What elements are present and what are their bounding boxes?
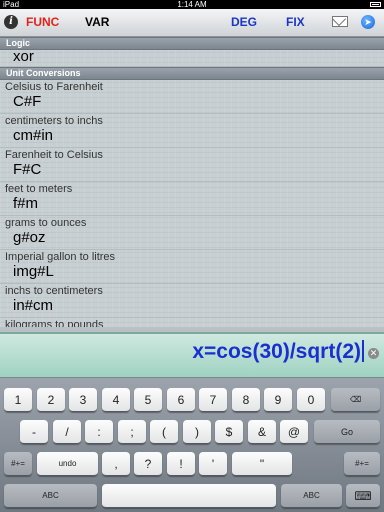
key-8[interactable]: 8 (232, 388, 260, 412)
key-exclamation[interactable]: ! (167, 452, 195, 476)
key-slash[interactable]: / (53, 420, 81, 444)
item-description: feet to meters (5, 183, 73, 195)
item-description: grams to ounces (5, 217, 87, 229)
key-apostrophe[interactable]: ' (199, 452, 227, 476)
item-description: kilograms to pounds (5, 319, 104, 327)
abc-key-left[interactable]: ABC (4, 484, 97, 508)
command-text: C#F (13, 93, 42, 110)
forward-arrow-icon[interactable]: ➤ (361, 15, 375, 29)
key-quote[interactable]: " (232, 452, 292, 476)
function-list[interactable]: Logic xor Unit Conversions Celsius to Fa… (0, 37, 384, 327)
command-text: xor (13, 48, 34, 65)
key-comma[interactable]: , (102, 452, 130, 476)
key-colon[interactable]: : (85, 420, 113, 444)
key-3[interactable]: 3 (69, 388, 97, 412)
item-description: inchs to centimeters (5, 285, 103, 297)
item-description: Imperial gallon to litres (5, 251, 116, 263)
key-7[interactable]: 7 (199, 388, 227, 412)
expression-input[interactable]: x=cos(30)/sqrt(2) (192, 340, 364, 364)
abc-key-right[interactable]: ABC (281, 484, 342, 508)
text-cursor (362, 340, 364, 362)
list-item[interactable]: centimeters to inchs cm#in (0, 114, 384, 148)
key-minus[interactable]: - (20, 420, 48, 444)
list-item[interactable]: xor (0, 48, 384, 67)
status-time: 1:14 AM (177, 0, 207, 9)
key-ampersand[interactable]: & (248, 420, 276, 444)
key-4[interactable]: 4 (102, 388, 130, 412)
key-close-paren[interactable]: ) (183, 420, 211, 444)
key-open-paren[interactable]: ( (150, 420, 178, 444)
command-text: F#C (13, 161, 42, 178)
key-0[interactable]: 0 (297, 388, 325, 412)
list-item[interactable]: Celsius to Farenheit C#F (0, 80, 384, 114)
var-button[interactable]: VAR (85, 9, 109, 36)
section-header-logic: Logic (0, 37, 384, 50)
list-item[interactable]: Imperial gallon to litres img#L (0, 250, 384, 284)
command-text: cm#in (13, 127, 54, 144)
func-button[interactable]: FUNC (26, 9, 59, 36)
section-header-unit-conversions: Unit Conversions (0, 67, 384, 80)
item-description: Celsius to Farenheit (5, 81, 103, 93)
keyboard-dismiss-icon[interactable]: ⌨ (346, 484, 380, 508)
undo-key[interactable]: undo (37, 452, 98, 476)
list-item[interactable]: grams to ounces g#oz (0, 216, 384, 250)
command-text: g#oz (13, 229, 46, 246)
list-item[interactable]: kilograms to pounds (0, 318, 384, 327)
command-text: in#cm (13, 297, 54, 314)
on-screen-keyboard: 1 2 3 4 5 6 7 8 9 0 ⌫ - / : ; ( ) $ & @ … (0, 378, 384, 512)
expression-bar[interactable]: x=cos(30)/sqrt(2) ✕ (0, 332, 384, 378)
command-text: img#L (13, 263, 54, 280)
item-description: centimeters to inchs (5, 115, 103, 127)
deg-button[interactable]: DEG (231, 9, 257, 36)
go-key[interactable]: Go (314, 420, 380, 444)
key-dollar[interactable]: $ (215, 420, 243, 444)
info-icon[interactable]: i (4, 15, 18, 29)
expression-text: x=cos(30)/sqrt(2) (192, 340, 361, 363)
clear-icon[interactable]: ✕ (368, 348, 379, 359)
list-item[interactable]: feet to meters f#m (0, 182, 384, 216)
status-bar: iPad 1:14 AM (0, 0, 384, 9)
list-item[interactable]: inchs to centimeters in#cm (0, 284, 384, 318)
command-text: f#m (13, 195, 39, 212)
space-key[interactable] (102, 484, 276, 508)
key-1[interactable]: 1 (4, 388, 32, 412)
fix-button[interactable]: FIX (286, 9, 305, 36)
symbols-key-right[interactable]: #+= (344, 452, 380, 476)
mail-icon[interactable] (332, 16, 348, 27)
key-semicolon[interactable]: ; (118, 420, 146, 444)
key-at[interactable]: @ (280, 420, 308, 444)
item-description: Farenheit to Celsius (5, 149, 103, 161)
key-question[interactable]: ? (134, 452, 162, 476)
toolbar: i FUNC VAR DEG FIX ➤ (0, 9, 384, 37)
backspace-key[interactable]: ⌫ (331, 388, 380, 412)
key-6[interactable]: 6 (167, 388, 195, 412)
list-item[interactable]: Farenheit to Celsius F#C (0, 148, 384, 182)
key-5[interactable]: 5 (134, 388, 162, 412)
symbols-key-left[interactable]: #+= (4, 452, 32, 476)
battery-icon (370, 2, 381, 7)
key-9[interactable]: 9 (264, 388, 292, 412)
key-2[interactable]: 2 (37, 388, 65, 412)
